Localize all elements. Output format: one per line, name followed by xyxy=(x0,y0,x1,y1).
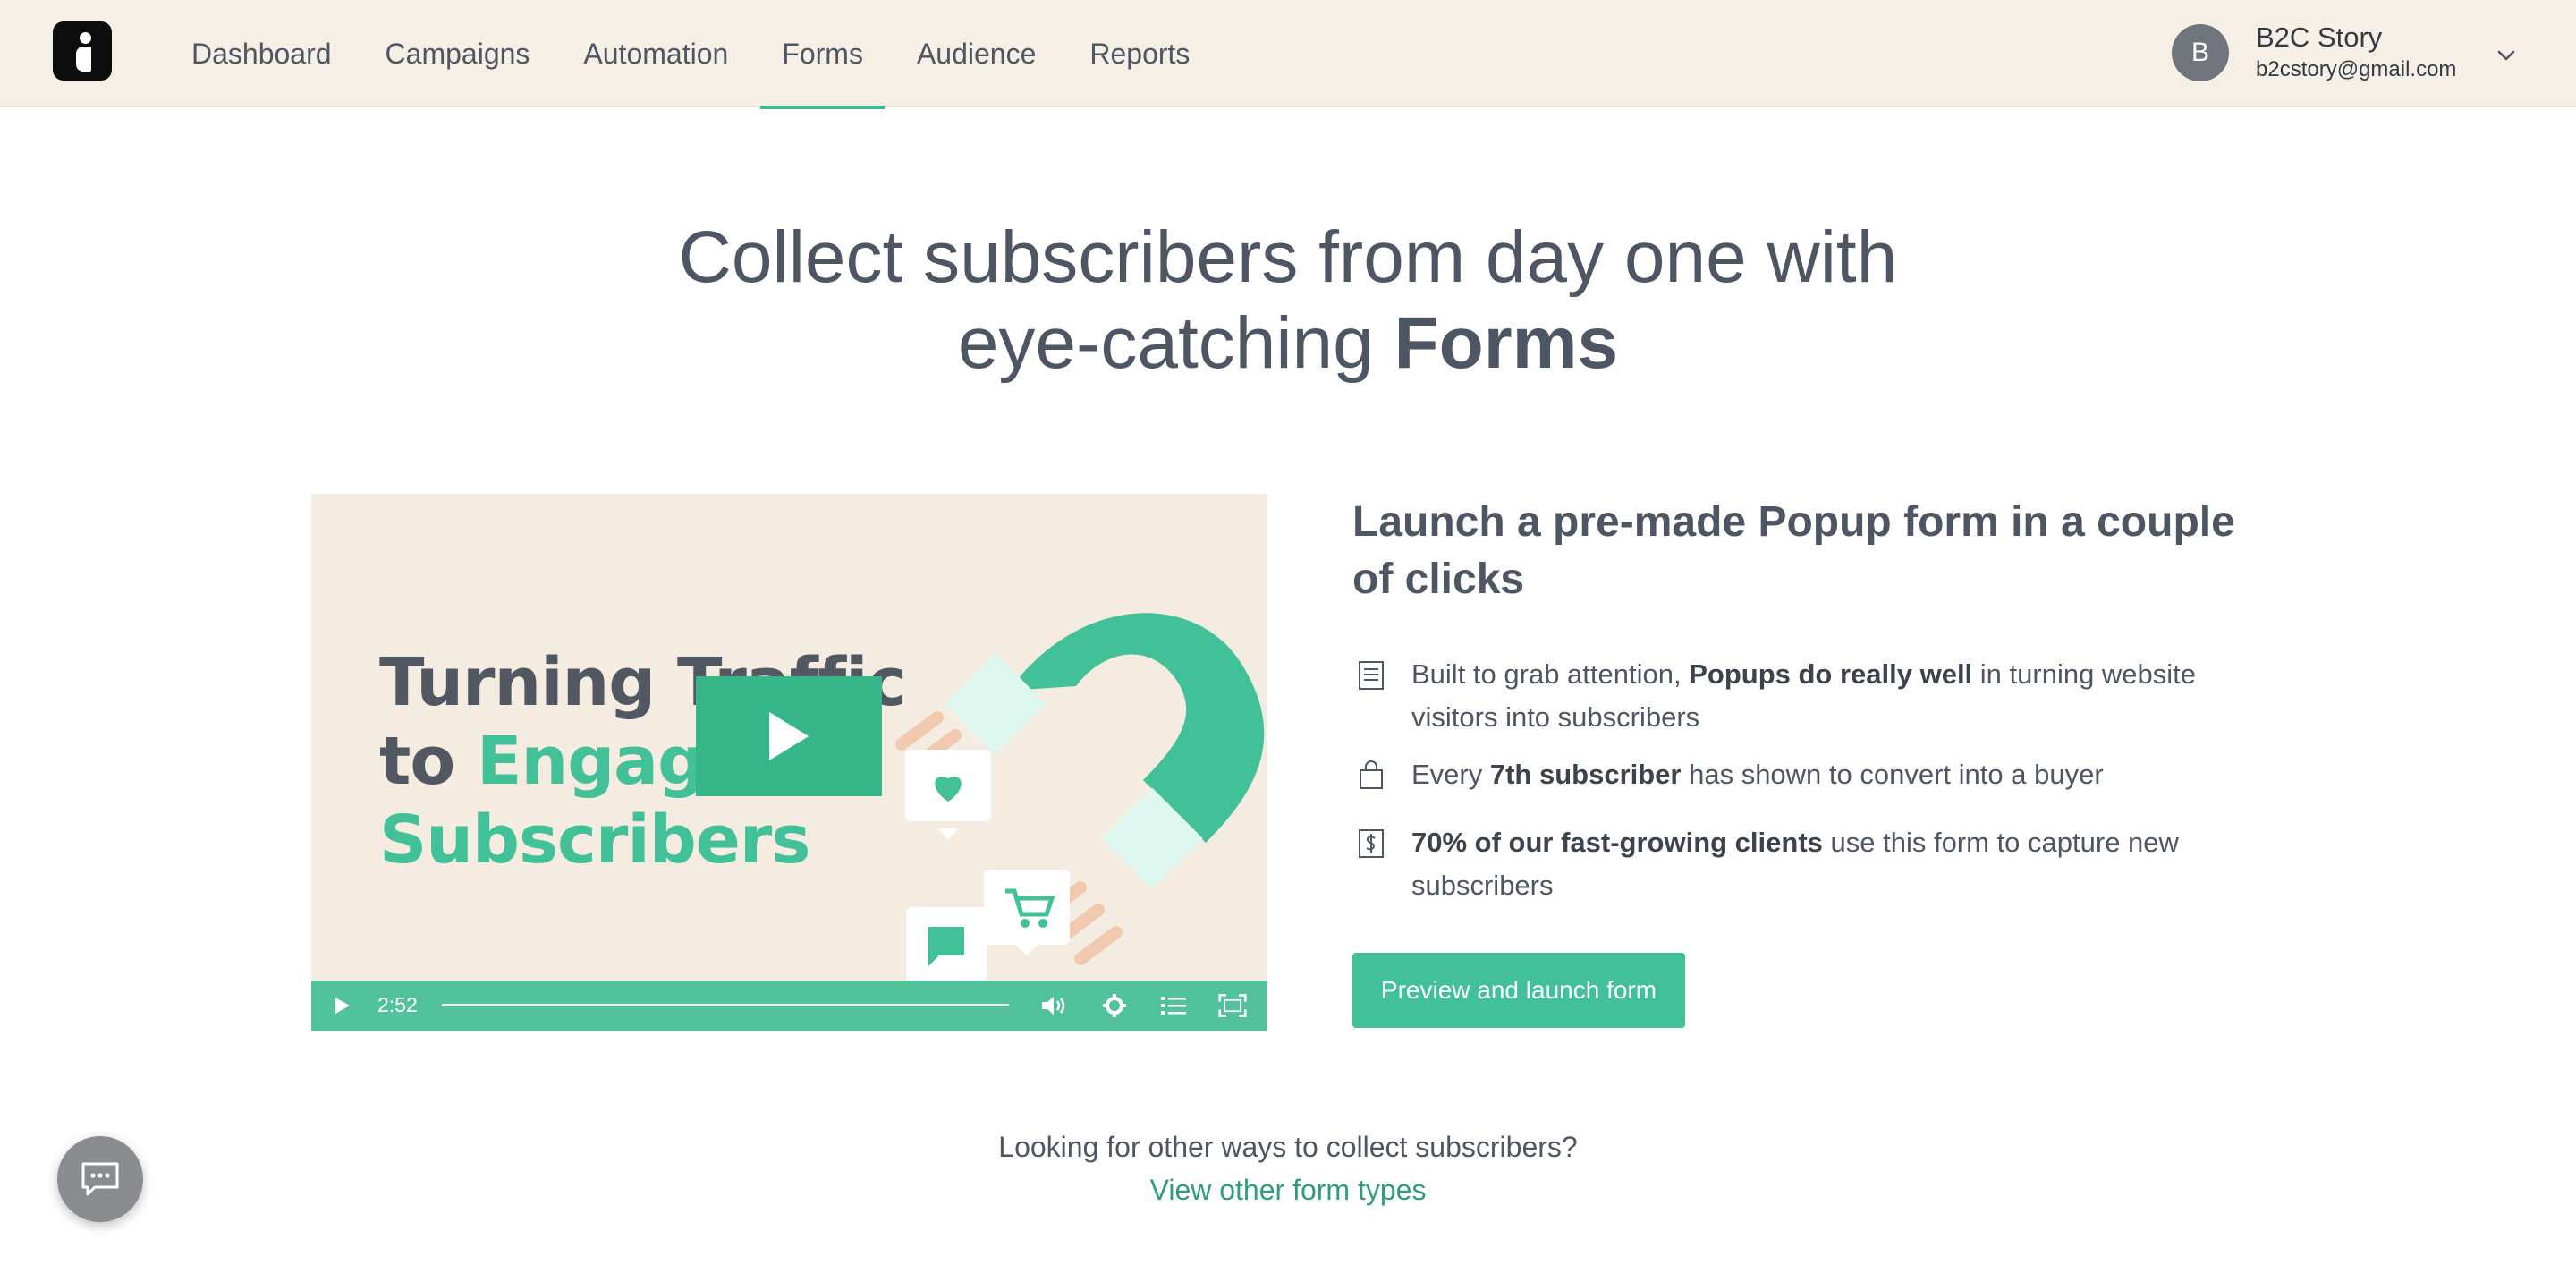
nav-item-audience[interactable]: Audience xyxy=(895,0,1057,107)
document-icon xyxy=(1359,661,1384,690)
main-nav: Dashboard Campaigns Automation Forms Aud… xyxy=(170,0,1222,109)
page-title-line2-prefix: eye-catching xyxy=(957,302,1394,384)
feature-item: Built to grab attention, Popups do reall… xyxy=(1352,653,2211,743)
launch-title: Launch a pre-made Popup form in a couple… xyxy=(1352,498,2235,603)
video-play-button[interactable] xyxy=(696,676,882,796)
nav-item-campaigns[interactable]: Campaigns xyxy=(364,0,552,107)
logo-stem xyxy=(76,47,91,72)
fullscreen-icon[interactable] xyxy=(1218,992,1247,1019)
other-ways-question: Looking for other ways to collect subscr… xyxy=(998,1131,1578,1163)
chat-icon xyxy=(81,1162,119,1196)
account-email: b2cstory@gmail.com xyxy=(2256,57,2457,81)
feature-text: 70% of our fast-growing clients use this… xyxy=(1411,827,2179,901)
video-controls: 2:52 xyxy=(311,981,1267,1031)
chat-widget-button[interactable] xyxy=(57,1136,143,1222)
logo-dot xyxy=(80,32,91,44)
play-icon xyxy=(769,712,809,760)
account-menu[interactable]: B B2C Story b2cstory@gmail.com xyxy=(2172,21,2456,84)
video-title-line3: Subscribers xyxy=(379,802,810,879)
volume-icon[interactable] xyxy=(1039,992,1068,1019)
app-logo[interactable] xyxy=(53,21,112,81)
top-navigation-bar: Dashboard Campaigns Automation Forms Aud… xyxy=(0,0,2576,109)
view-other-form-types-link[interactable]: View other form types xyxy=(0,1174,2576,1207)
popup-form-info: Launch a pre-made Popup form in a couple… xyxy=(1352,494,2247,1028)
feature-text: Built to grab attention, Popups do reall… xyxy=(1411,658,2197,733)
money-icon xyxy=(1359,829,1384,858)
account-name: B2C Story xyxy=(2256,21,2383,53)
video-duration: 2:52 xyxy=(377,993,418,1016)
video-title-line2-prefix: to xyxy=(379,723,477,800)
chapters-list-icon[interactable] xyxy=(1159,992,1188,1019)
nav-item-reports[interactable]: Reports xyxy=(1068,0,1211,107)
intro-video-player[interactable]: Turning Traffic to Engaged Subscribers 2… xyxy=(311,494,1267,1031)
chevron-down-icon[interactable] xyxy=(2496,45,2517,66)
feature-item: 70% of our fast-growing clients use this… xyxy=(1352,821,2211,911)
settings-icon[interactable] xyxy=(1100,992,1129,1019)
play-icon[interactable] xyxy=(331,995,352,1016)
page-title-line1: Collect subscribers from day one with xyxy=(678,216,1898,298)
nav-item-automation[interactable]: Automation xyxy=(562,0,750,107)
page-title: Collect subscribers from day one with ey… xyxy=(0,215,2576,386)
preview-launch-button[interactable]: Preview and launch form xyxy=(1352,953,1685,1028)
page-title-line2-bold: Forms xyxy=(1394,302,1619,384)
nav-item-dashboard[interactable]: Dashboard xyxy=(170,0,353,107)
nav-item-forms[interactable]: Forms xyxy=(760,0,885,109)
feature-item: Every 7th subscriber has shown to conver… xyxy=(1352,753,2211,800)
shopping-bag-icon xyxy=(1360,760,1383,789)
avatar: B xyxy=(2172,24,2229,81)
account-info: B2C Story b2cstory@gmail.com xyxy=(2256,21,2456,85)
feature-text: Every 7th subscriber has shown to conver… xyxy=(1411,759,2104,790)
video-progress-track[interactable] xyxy=(442,1004,1009,1006)
